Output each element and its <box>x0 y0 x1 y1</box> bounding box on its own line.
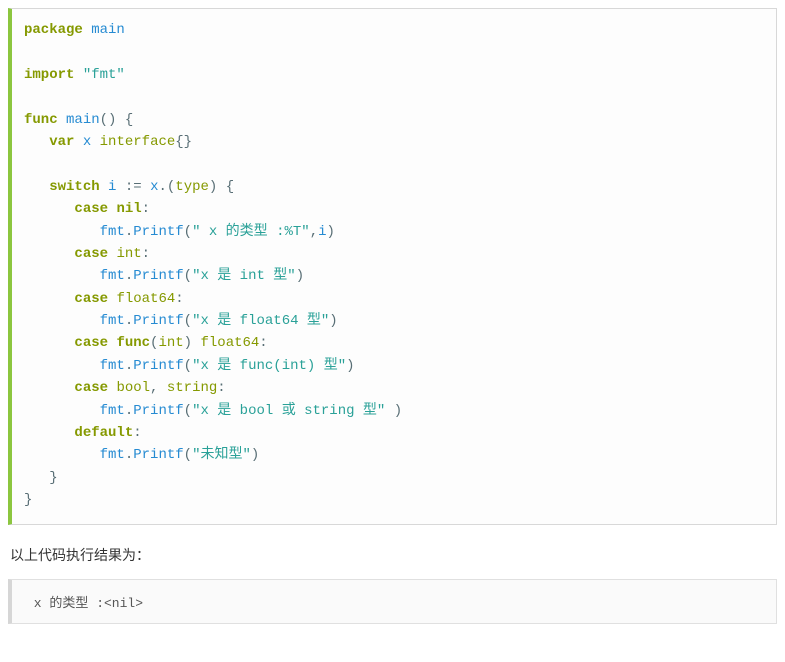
ident-main-func: main <box>66 112 100 128</box>
keyword-func: func <box>116 335 150 351</box>
ident-main: main <box>91 22 125 38</box>
keyword-nil: nil <box>116 201 141 217</box>
ident-fmt: fmt <box>100 403 125 419</box>
keyword-case: case <box>74 335 108 351</box>
func-printf: Printf <box>133 447 183 463</box>
paren: ( <box>184 268 192 284</box>
colon: : <box>133 425 141 441</box>
type-float64: float64 <box>116 291 175 307</box>
brace: {} <box>175 134 192 150</box>
type-string: string <box>167 380 217 396</box>
keyword-case: case <box>74 291 108 307</box>
keyword-case: case <box>74 380 108 396</box>
colon: : <box>175 291 183 307</box>
dot: . <box>125 268 133 284</box>
code-block: package main import "fmt" func main() { … <box>8 8 777 525</box>
paren: ) <box>327 224 335 240</box>
keyword-func: func <box>24 112 58 128</box>
colon: : <box>142 201 150 217</box>
func-printf: Printf <box>133 268 183 284</box>
paren: ( <box>184 313 192 329</box>
keyword-type: type <box>175 179 209 195</box>
type-bool: bool <box>116 380 150 396</box>
paren: ) <box>394 403 402 419</box>
ident-x: x <box>83 134 91 150</box>
dot: . <box>125 224 133 240</box>
keyword-interface: interface <box>100 134 176 150</box>
type-float64: float64 <box>200 335 259 351</box>
keyword-switch: switch <box>49 179 99 195</box>
paren: ( <box>184 447 192 463</box>
dot: . <box>125 447 133 463</box>
ident-fmt: fmt <box>100 447 125 463</box>
brace: { <box>226 179 234 195</box>
paren: ) <box>184 335 192 351</box>
colon: : <box>259 335 267 351</box>
keyword-var: var <box>49 134 74 150</box>
keyword-default: default <box>74 425 133 441</box>
keyword-package: package <box>24 22 83 38</box>
brace: } <box>49 470 57 486</box>
dot: . <box>125 313 133 329</box>
ident-fmt: fmt <box>100 224 125 240</box>
ident-fmt: fmt <box>100 268 125 284</box>
string: "x 是 func(int) 型" <box>192 358 346 374</box>
ident-fmt: fmt <box>100 313 125 329</box>
ident-i: i <box>318 224 326 240</box>
colon: : <box>217 380 225 396</box>
func-printf: Printf <box>133 313 183 329</box>
comma: , <box>150 380 158 396</box>
string: "x 是 int 型" <box>192 268 296 284</box>
string-fmt: "fmt" <box>83 67 125 83</box>
operator: := <box>125 179 142 195</box>
string: "x 是 bool 或 string 型" <box>192 403 385 419</box>
keyword-case: case <box>74 246 108 262</box>
keyword-import: import <box>24 67 74 83</box>
dot: . <box>158 179 166 195</box>
output-block: x 的类型 :<nil> <box>8 579 777 624</box>
string: "未知型" <box>192 447 251 463</box>
colon: : <box>142 246 150 262</box>
type-int: int <box>116 246 141 262</box>
result-description: 以上代码执行结果为： <box>10 545 777 565</box>
func-printf: Printf <box>133 358 183 374</box>
string: "x 是 float64 型" <box>192 313 329 329</box>
paren: ) <box>329 313 337 329</box>
type-int: int <box>158 335 183 351</box>
func-printf: Printf <box>133 224 183 240</box>
paren: () <box>100 112 117 128</box>
paren: ) <box>296 268 304 284</box>
paren: ) <box>346 358 354 374</box>
brace: { <box>125 112 133 128</box>
string: " x 的类型 :%T" <box>192 224 310 240</box>
brace: } <box>24 492 32 508</box>
dot: . <box>125 403 133 419</box>
ident-fmt: fmt <box>100 358 125 374</box>
func-printf: Printf <box>133 403 183 419</box>
paren: ) <box>209 179 217 195</box>
ident-i: i <box>108 179 116 195</box>
comma: , <box>310 224 318 240</box>
dot: . <box>125 358 133 374</box>
keyword-case: case <box>74 201 108 217</box>
paren: ( <box>184 358 192 374</box>
paren: ) <box>251 447 259 463</box>
paren: ( <box>184 224 192 240</box>
paren: ( <box>184 403 192 419</box>
